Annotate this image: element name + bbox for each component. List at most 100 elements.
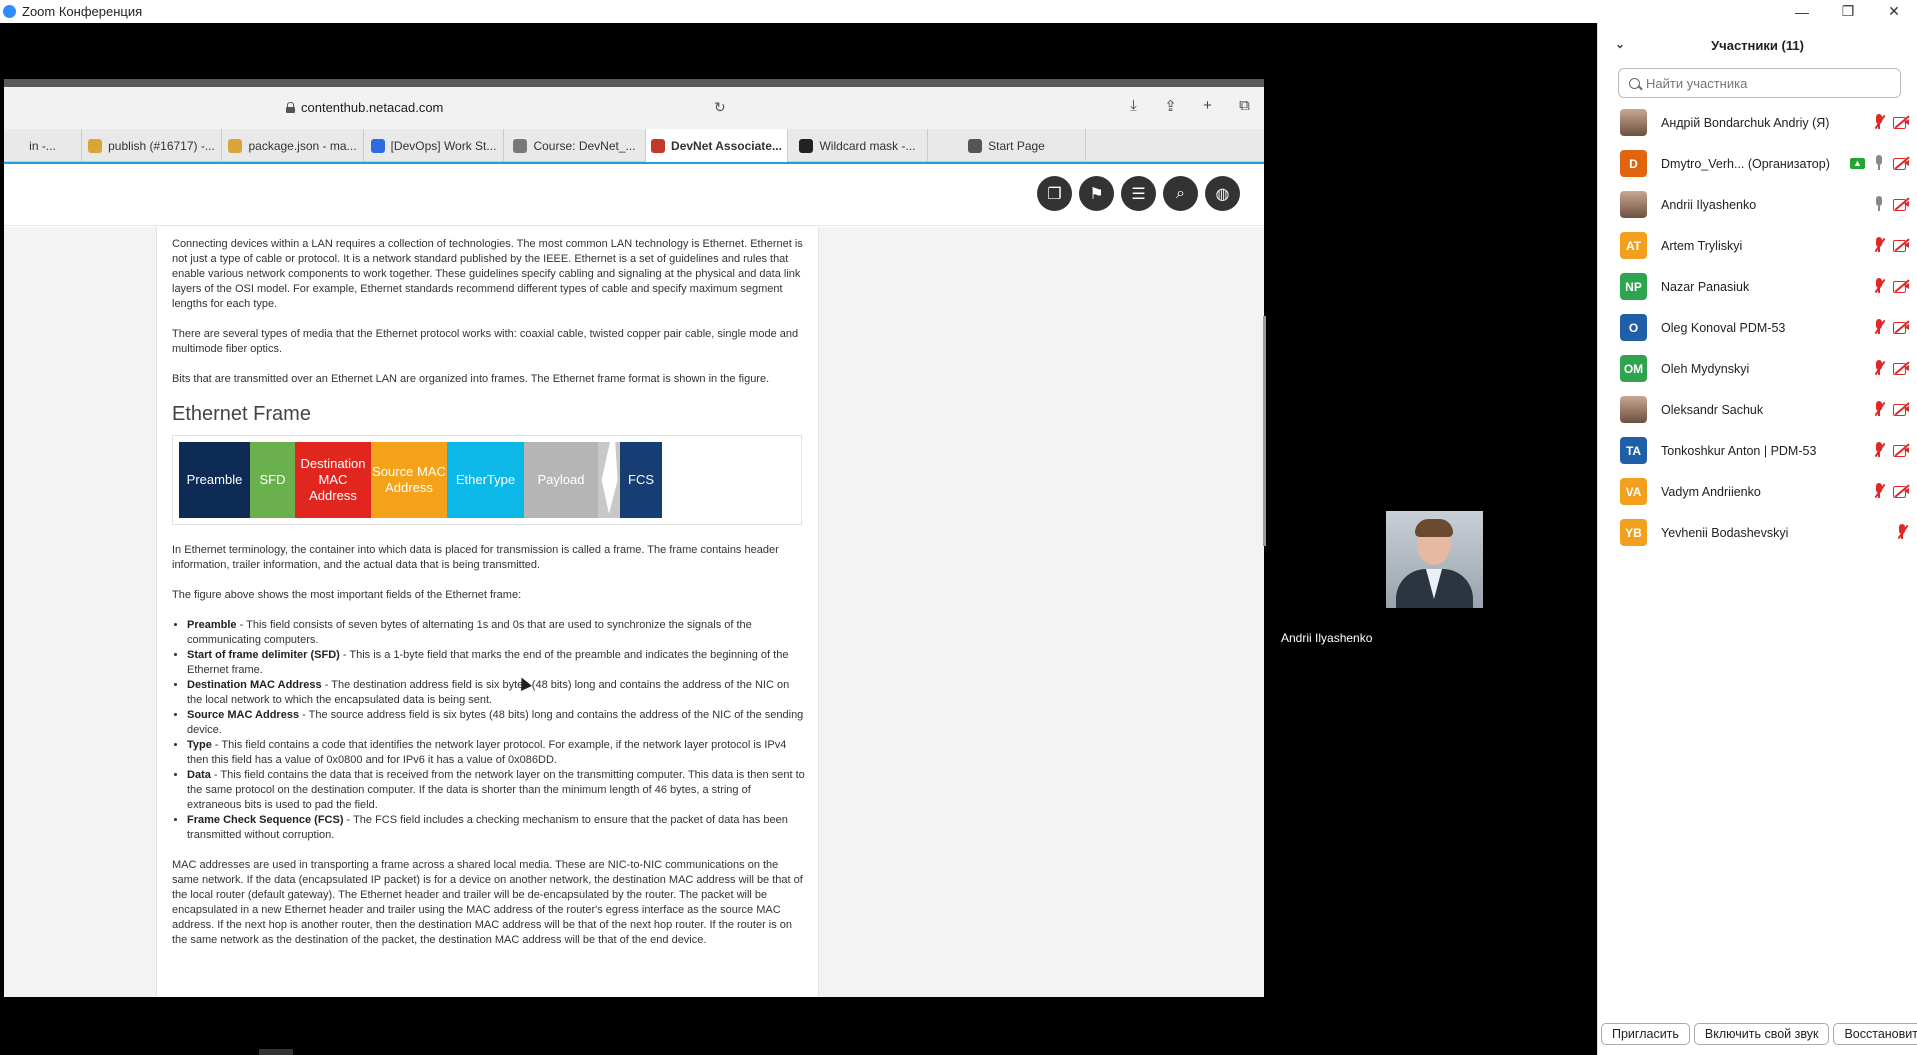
course-icon: [513, 138, 528, 153]
participant-name: Tonkoshkur Anton | PDM-53: [1661, 443, 1817, 458]
browser-tab[interactable]: [DevOps] Work St...: [364, 129, 504, 162]
video-off-icon: [1893, 238, 1910, 252]
participant-row[interactable]: AT Artem Tryliskyi: [1598, 225, 1917, 266]
frame-field-payload: Payload: [524, 442, 598, 518]
tab-label: [DevOps] Work St...: [390, 138, 497, 153]
participant-name: Oleksandr Sachuk: [1661, 402, 1764, 417]
browser-actions: ⤓ ⇪ + ⧉: [1124, 96, 1254, 115]
jenkins-icon: [228, 138, 243, 153]
jenkins-icon: [88, 138, 103, 153]
paragraph-figure-above: The figure above shows the most importan…: [172, 589, 522, 601]
browser-tab[interactable]: Course: DevNet_...: [504, 129, 646, 162]
paragraph-frame-terminology: In Ethernet terminology, the container i…: [172, 544, 779, 571]
frame-field-fcs: FCS: [620, 442, 662, 518]
new-tab-icon[interactable]: +: [1198, 96, 1217, 115]
browser-tab[interactable]: Wildcard mask -...: [788, 129, 928, 162]
url-field[interactable]: contenthub.netacad.com: [286, 100, 443, 115]
participant-name: Yevhenii Bodashevskyi: [1661, 525, 1789, 540]
window-title: Zoom Конференция: [22, 4, 143, 19]
close-button[interactable]: ✕: [1871, 0, 1917, 23]
reload-icon[interactable]: ↻: [714, 99, 726, 116]
participant-name: Artem Tryliskyi: [1661, 238, 1743, 253]
maximize-button[interactable]: ❐: [1825, 0, 1871, 23]
video-off-icon: [1893, 484, 1910, 498]
page-scrollbar[interactable]: [1263, 316, 1266, 546]
participant-status-icons: [1872, 360, 1910, 376]
field-term: Destination MAC Address: [187, 679, 322, 691]
avatar: [1620, 396, 1647, 423]
restore-button[interactable]: Восстановит: [1833, 1023, 1917, 1045]
lock-icon: [286, 102, 295, 113]
article: Connecting devices within a LAN requires…: [156, 227, 819, 997]
participant-list: Андрій Bondarchuk Andriy (Я) D Dmytro_Verh…: [1598, 102, 1917, 553]
download-icon[interactable]: ⤓: [1124, 96, 1143, 115]
participant-row[interactable]: YB Yevhenii Bodashevskyi: [1598, 512, 1917, 553]
participant-row[interactable]: Oleksandr Sachuk: [1598, 389, 1917, 430]
field-description: - This field consists of seven bytes of …: [187, 619, 752, 646]
participant-search[interactable]: [1618, 68, 1901, 98]
browser-tab[interactable]: in -...: [4, 129, 82, 162]
participant-row[interactable]: NP Nazar Panasiuk: [1598, 266, 1917, 307]
participant-row[interactable]: D Dmytro_Verh... (Организатор) ▲: [1598, 143, 1917, 184]
frame-field-sfd: SFD: [250, 442, 295, 518]
field-description: - This field contains the data that is r…: [187, 769, 805, 811]
participant-status-icons: ▲: [1850, 155, 1910, 171]
search-icon[interactable]: ⌕: [1163, 176, 1198, 211]
participant-status-icons: [1872, 319, 1910, 335]
participant-status-icons: [1872, 237, 1910, 253]
participant-row[interactable]: OM Oleh Mydynskyi: [1598, 348, 1917, 389]
participant-name: Oleh Mydynskyi: [1661, 361, 1750, 376]
browser-tab[interactable]: package.json - ma...: [222, 129, 364, 162]
paragraph-media: There are several types of media that th…: [172, 328, 799, 355]
windows-icon[interactable]: ❐: [1037, 176, 1072, 211]
menu-list-icon[interactable]: ☰: [1121, 176, 1156, 211]
avatar: OM: [1620, 355, 1647, 382]
avatar: O: [1620, 314, 1647, 341]
star-icon: [968, 138, 983, 153]
browser-address-bar: contenthub.netacad.com ↻ ⤓ ⇪ + ⧉: [4, 87, 1264, 129]
window-controls: — ❐ ✕: [1779, 0, 1917, 23]
video-off-icon: [1893, 279, 1910, 293]
participant-row[interactable]: O Oleg Konoval PDM-53: [1598, 307, 1917, 348]
video-off-icon: [1893, 443, 1910, 457]
frame-field-ethertype: EtherType: [447, 442, 524, 518]
share-icon[interactable]: ⇪: [1161, 96, 1180, 115]
search-icon: [1629, 77, 1640, 89]
participants-footer: Пригласить Включить свой звук Восстанови…: [1598, 1013, 1917, 1055]
field-term: Data: [187, 769, 211, 781]
globe-icon[interactable]: ◍: [1205, 176, 1240, 211]
chevron-down-icon[interactable]: ⌄: [1615, 37, 1625, 51]
mic-muted-icon: [1872, 278, 1886, 294]
participant-row[interactable]: VA Vadym Andriienko: [1598, 471, 1917, 512]
mic-muted-icon: [1895, 524, 1909, 540]
participant-row[interactable]: Андрій Bondarchuk Andriy (Я): [1598, 102, 1917, 143]
frame-field-item: Start of frame delimiter (SFD) - This is…: [187, 648, 806, 678]
participant-name: Dmytro_Verh... (Организатор): [1661, 156, 1830, 171]
browser-tab[interactable]: Start Page: [928, 129, 1086, 162]
unmute-self-button[interactable]: Включить свой звук: [1693, 1023, 1830, 1045]
field-term: Start of frame delimiter (SFD): [187, 649, 340, 661]
participant-name: Andrii Ilyashenko: [1661, 197, 1757, 212]
browser-tab[interactable]: DevNet Associate...: [646, 129, 788, 162]
tab-overview-icon[interactable]: ⧉: [1235, 96, 1254, 115]
video-off-icon: [1893, 156, 1910, 170]
wikipedia-icon: [799, 138, 814, 153]
participant-name: Vadym Andriienko: [1661, 484, 1761, 499]
browser-tab[interactable]: publish (#16717) -...: [82, 129, 222, 162]
speaker-video[interactable]: [1386, 511, 1483, 608]
minimize-button[interactable]: —: [1779, 0, 1825, 23]
paragraph-mac-addresses: MAC addresses are used in transporting a…: [172, 859, 803, 946]
participant-status-icons: [1872, 483, 1910, 499]
avatar: [1620, 109, 1647, 136]
shared-screen-stage: contenthub.netacad.com ↻ ⤓ ⇪ + ⧉ in -...…: [0, 23, 1597, 1055]
participant-row[interactable]: TA Tonkoshkur Anton | PDM-53: [1598, 430, 1917, 471]
zoom-logo-icon: [3, 5, 16, 18]
participant-name: Андрій Bondarchuk Andriy (Я): [1661, 115, 1830, 130]
bookmark-icon[interactable]: ⚑: [1079, 176, 1114, 211]
avatar: VA: [1620, 478, 1647, 505]
invite-button[interactable]: Пригласить: [1601, 1023, 1690, 1045]
participant-search-input[interactable]: [1646, 75, 1866, 91]
frame-field-item: Preamble - This field consists of seven …: [187, 618, 806, 648]
zoom-window: Zoom Конференция — ❐ ✕ contenthub.netaca…: [0, 0, 1917, 1055]
participant-row[interactable]: Andrii Ilyashenko: [1598, 184, 1917, 225]
